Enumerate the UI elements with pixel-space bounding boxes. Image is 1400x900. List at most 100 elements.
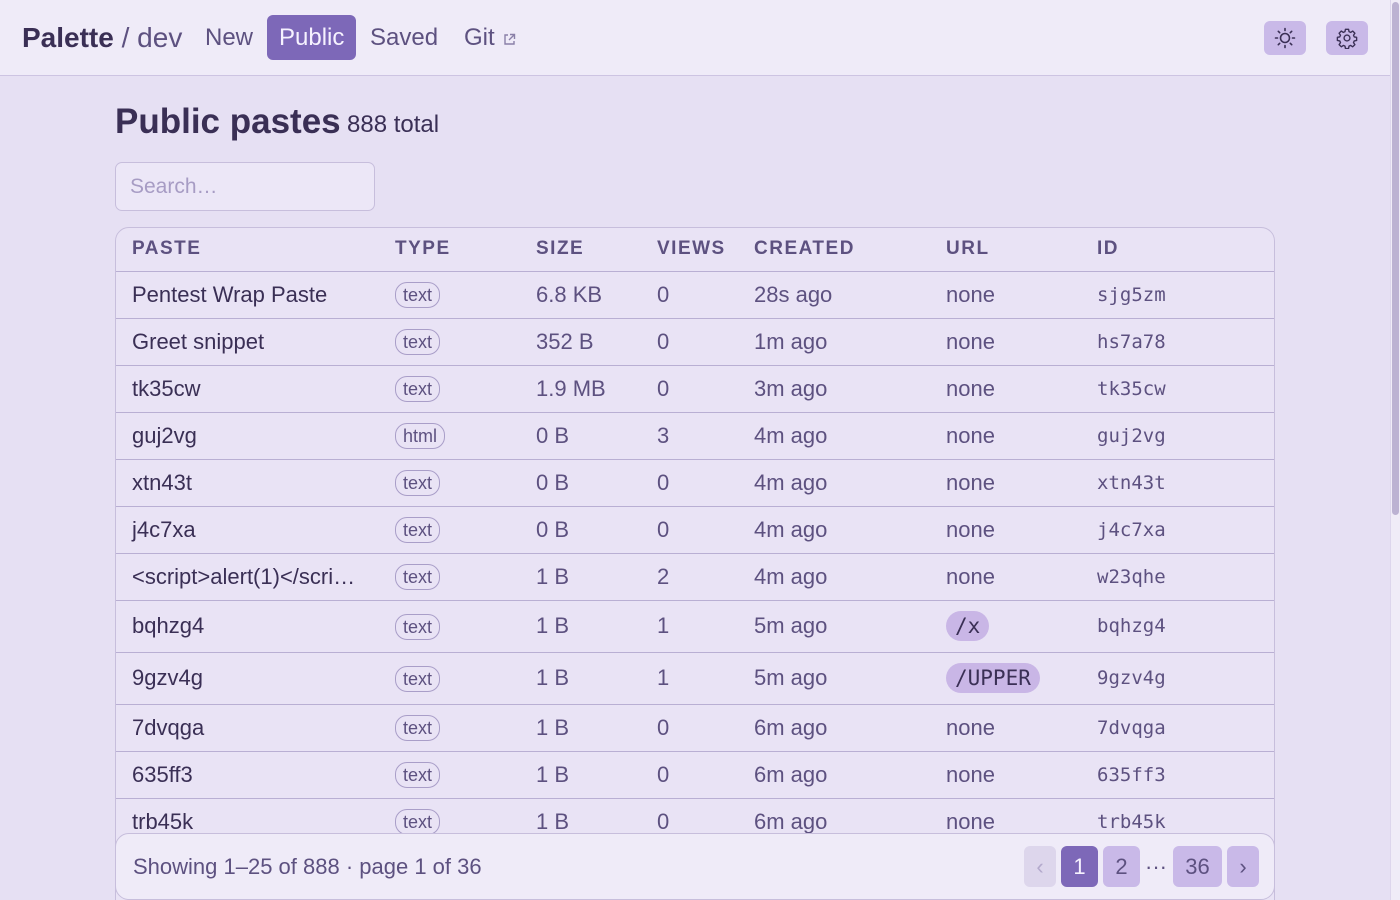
theme-toggle-button[interactable] — [1264, 21, 1306, 55]
paste-title-link[interactable]: 7dvqga — [116, 704, 379, 752]
table-row[interactable]: 635ff3 text 1 B 0 6m ago none 635ff3 — [116, 751, 1274, 799]
type-cell: text — [379, 553, 520, 601]
type-badge: text — [395, 715, 441, 741]
nav-saved[interactable]: Saved — [358, 15, 450, 60]
created-cell: 4m ago — [738, 459, 930, 507]
type-badge: text — [395, 470, 441, 496]
page-button-2[interactable]: 2 — [1103, 846, 1140, 887]
size-cell: 0 B — [520, 506, 641, 554]
table-row[interactable]: bqhzg4 text 1 B 1 5m ago/x bqhzg4 — [116, 600, 1274, 653]
paste-title-link[interactable]: bqhzg4 — [116, 600, 379, 653]
created-cell: 4m ago — [738, 553, 930, 601]
column-header-paste[interactable]: PASTE — [116, 228, 379, 272]
paste-title-link[interactable]: 635ff3 — [116, 751, 379, 799]
id-cell: 7dvqga — [1081, 704, 1274, 752]
url-cell: /UPPER — [930, 652, 1081, 705]
table-row[interactable]: j4c7xa text 0 B 0 4m ago none j4c7xa — [116, 506, 1274, 554]
table-row[interactable]: tk35cw text 1.9 MB 0 3m ago none tk35cw — [116, 365, 1274, 413]
custom-url-badge[interactable]: /x — [946, 611, 990, 641]
column-header-size[interactable]: SIZE — [520, 228, 641, 272]
url-cell: none — [930, 506, 1081, 554]
column-header-url[interactable]: URL — [930, 228, 1081, 272]
column-header-id[interactable]: ID — [1081, 228, 1274, 272]
table-row[interactable]: 9gzv4g text 1 B 1 5m ago/UPPER 9gzv4g — [116, 652, 1274, 705]
type-badge: text — [395, 564, 441, 590]
created-cell: 3m ago — [738, 365, 930, 413]
id-cell: tk35cw — [1081, 365, 1274, 413]
paste-title-link[interactable]: Greet snippet — [116, 318, 379, 366]
nav-git-label: Git — [464, 24, 495, 51]
column-header-created[interactable]: CREATED — [738, 228, 930, 272]
total-count: 888 total — [347, 111, 440, 138]
created-cell: 5m ago — [738, 652, 930, 705]
prev-page-button[interactable]: ‹ — [1024, 846, 1056, 887]
scrollbar-thumb[interactable] — [1392, 2, 1399, 515]
custom-url-badge[interactable]: /UPPER — [946, 663, 1040, 693]
id-cell: j4c7xa — [1081, 506, 1274, 554]
search-input[interactable] — [115, 162, 375, 211]
paste-title-link[interactable]: Pentest Wrap Paste — [116, 271, 379, 319]
page-scrollbar[interactable] — [1390, 0, 1400, 900]
column-header-views[interactable]: VIEWS — [641, 228, 738, 272]
type-cell: text — [379, 704, 520, 752]
table-row[interactable]: 7dvqga text 1 B 0 6m ago none 7dvqga — [116, 704, 1274, 752]
page-title: Public pastes — [115, 102, 341, 141]
paste-title-link[interactable]: j4c7xa — [116, 506, 379, 554]
id-cell: hs7a78 — [1081, 318, 1274, 366]
paste-title-link[interactable]: <script>alert(1)</scri… — [116, 553, 379, 601]
size-cell: 1 B — [520, 704, 641, 752]
external-link-icon — [504, 33, 516, 45]
table-row[interactable]: <script>alert(1)</scri… text 1 B 2 4m ago non… — [116, 553, 1274, 601]
size-cell: 0 B — [520, 459, 641, 507]
table-row[interactable]: guj2vg html 0 B 3 4m ago none guj2vg — [116, 412, 1274, 460]
views-cell: 1 — [641, 600, 738, 653]
size-cell: 1 B — [520, 553, 641, 601]
type-cell: text — [379, 600, 520, 653]
type-cell: text — [379, 751, 520, 799]
type-badge: text — [395, 665, 441, 692]
brand-name: Palette — [22, 22, 114, 53]
type-badge: text — [395, 329, 441, 355]
type-cell: text — [379, 506, 520, 554]
nav-new[interactable]: New — [193, 15, 265, 60]
nav-saved-label: Saved — [370, 24, 439, 51]
views-cell: 2 — [641, 553, 738, 601]
url-cell: none — [930, 751, 1081, 799]
created-cell: 1m ago — [738, 318, 930, 366]
sun-icon — [1274, 27, 1296, 49]
settings-button[interactable] — [1326, 21, 1368, 55]
pagination-bar: Showing 1–25 of 888 · page 1 of 36 ‹ 1 2… — [115, 833, 1275, 900]
brand-separator: / — [121, 22, 130, 53]
url-cell: none — [930, 318, 1081, 366]
top-bar: Palette / dev New Public Saved Git — [0, 0, 1390, 76]
type-badge: text — [395, 376, 441, 402]
type-cell: text — [379, 271, 520, 319]
id-cell: xtn43t — [1081, 459, 1274, 507]
next-page-button[interactable]: › — [1227, 846, 1259, 887]
nav-git[interactable]: Git — [452, 15, 528, 60]
type-badge: text — [395, 809, 441, 835]
brand[interactable]: Palette / dev — [22, 21, 182, 55]
created-cell: 4m ago — [738, 412, 930, 460]
paste-title-link[interactable]: tk35cw — [116, 365, 379, 413]
size-cell: 0 B — [520, 412, 641, 460]
id-cell: guj2vg — [1081, 412, 1274, 460]
paste-title-link[interactable]: guj2vg — [116, 412, 379, 460]
table-row[interactable]: xtn43t text 0 B 0 4m ago none xtn43t — [116, 459, 1274, 507]
paste-title-link[interactable]: xtn43t — [116, 459, 379, 507]
views-cell: 0 — [641, 318, 738, 366]
table-row[interactable]: Greet snippet text 352 B 0 1m ago none hs7a78 — [116, 318, 1274, 366]
views-cell: 0 — [641, 704, 738, 752]
id-cell: 635ff3 — [1081, 751, 1274, 799]
url-cell: none — [930, 271, 1081, 319]
table-row[interactable]: Pentest Wrap Paste text 6.8 KB 0 28s ago none… — [116, 271, 1274, 319]
page-button-1[interactable]: 1 — [1061, 846, 1098, 887]
column-header-type[interactable]: TYPE — [379, 228, 520, 272]
views-cell: 1 — [641, 652, 738, 705]
url-cell: none — [930, 365, 1081, 413]
paste-title-link[interactable]: 9gzv4g — [116, 652, 379, 705]
url-cell: none — [930, 704, 1081, 752]
nav-public[interactable]: Public — [267, 15, 357, 60]
id-cell: sjg5zm — [1081, 271, 1274, 319]
page-button-36[interactable]: 36 — [1173, 846, 1222, 887]
